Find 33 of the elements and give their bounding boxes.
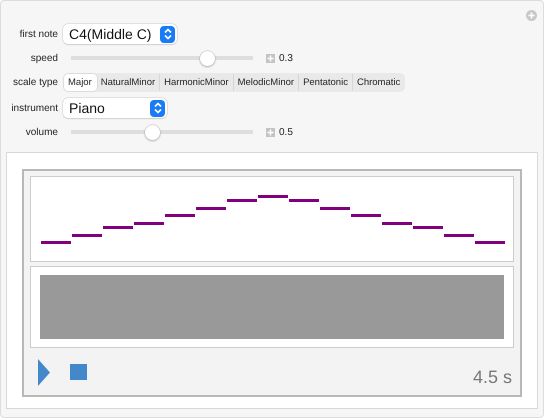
- dropdown-menu[interactable]: Piano: [63, 98, 167, 118]
- note-bar: [444, 234, 474, 237]
- control-label: volume: [24, 126, 58, 138]
- control-label: instrument: [10, 102, 58, 114]
- slider-value: 0.5: [279, 126, 293, 138]
- control-label: scale type: [12, 76, 58, 88]
- note-bar: [41, 241, 71, 244]
- scale-option[interactable]: Chromatic: [352, 74, 404, 90]
- note-bar: [165, 214, 195, 217]
- dropdown-menu[interactable]: C4(Middle C): [63, 24, 177, 44]
- scale-option[interactable]: NaturalMinor: [96, 74, 160, 90]
- chevron-icon: [150, 100, 165, 116]
- slider-thumb[interactable]: [200, 50, 215, 66]
- note-bar: [351, 214, 381, 217]
- chevron-icon: [160, 26, 175, 42]
- stop-icon[interactable]: [70, 364, 87, 380]
- note-bar: [320, 207, 350, 210]
- control-label: speed: [30, 52, 58, 64]
- play-icon[interactable]: [38, 358, 50, 386]
- scale-option[interactable]: Major: [64, 74, 97, 90]
- slider-value: 0.3: [279, 52, 293, 64]
- expand-icon[interactable]: [266, 128, 275, 136]
- duration-text: 4.5 s: [472, 367, 512, 389]
- note-bar: [196, 207, 226, 210]
- note-bar: [72, 234, 102, 237]
- scale-option[interactable]: MelodicMinor: [234, 74, 300, 90]
- scale-option[interactable]: HarmonicMinor: [160, 74, 234, 90]
- expand-icon[interactable]: [266, 54, 275, 62]
- note-bar: [475, 241, 505, 244]
- scale-option[interactable]: Pentatonic: [299, 74, 353, 90]
- slider-thumb[interactable]: [145, 124, 160, 140]
- control-label: first note: [18, 28, 58, 40]
- add-icon[interactable]: [526, 10, 537, 21]
